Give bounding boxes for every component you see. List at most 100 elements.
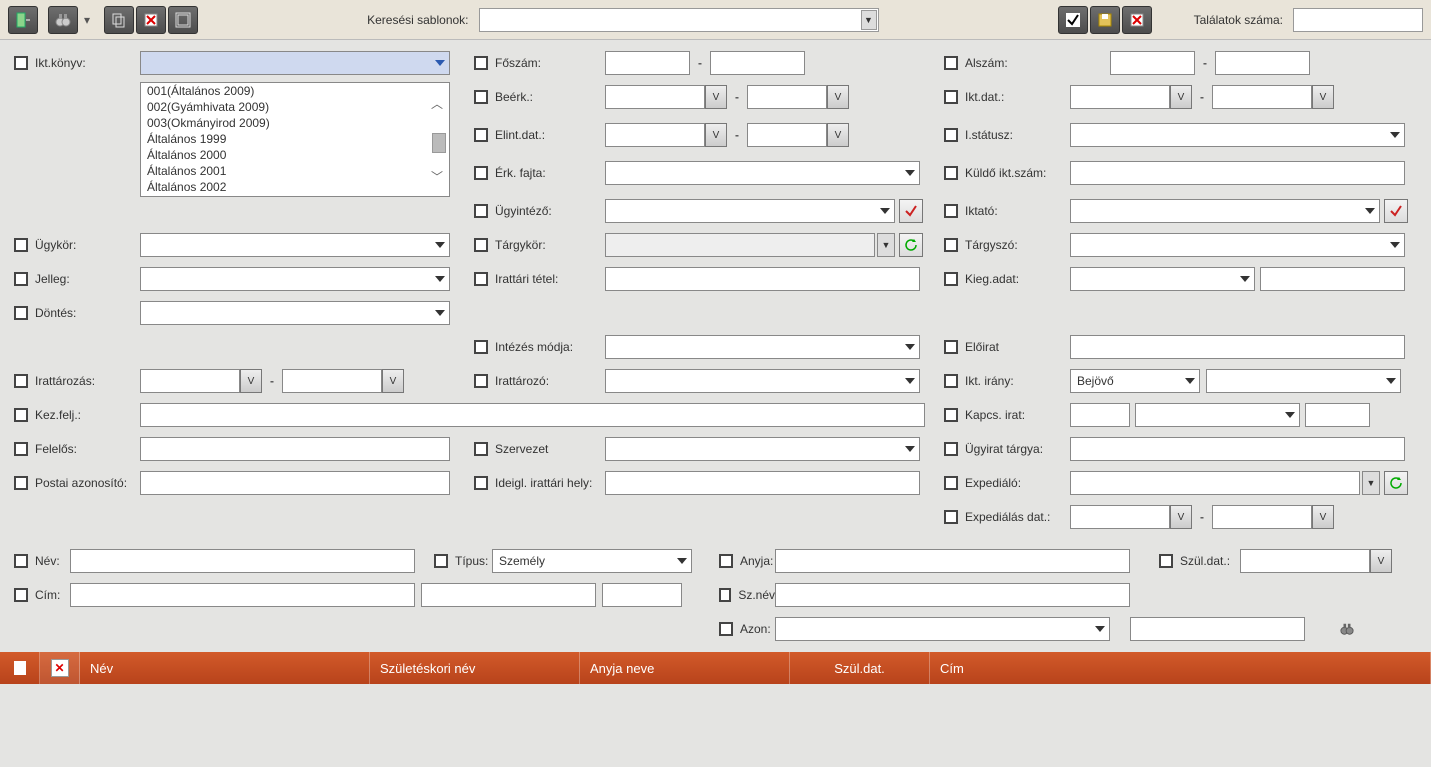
scroll-down-icon[interactable]: ﹀ <box>427 166 447 186</box>
date-picker-button[interactable]: V <box>1170 505 1192 529</box>
kiegadat-checkbox[interactable] <box>944 272 958 286</box>
expedialo-input[interactable] <box>1070 471 1360 495</box>
eloirat-input[interactable] <box>1070 335 1405 359</box>
apply-template-button[interactable] <box>1058 6 1088 34</box>
nev-input[interactable] <box>70 549 415 573</box>
irattarozo-select[interactable] <box>605 369 920 393</box>
erkfajta-checkbox[interactable] <box>474 166 488 180</box>
date-picker-button[interactable]: V <box>240 369 262 393</box>
ugyintezo-pick-button[interactable] <box>899 199 923 223</box>
dontes-select[interactable] <box>140 301 450 325</box>
date-picker-button[interactable]: V <box>1170 85 1192 109</box>
dontes-checkbox[interactable] <box>14 306 28 320</box>
list-item[interactable]: 001(Általános 2009) <box>141 83 449 99</box>
elintdat-from-input[interactable] <box>605 123 705 147</box>
iktdat-to-input[interactable] <box>1212 85 1312 109</box>
szervezet-checkbox[interactable] <box>474 442 488 456</box>
cim-input3[interactable] <box>602 583 682 607</box>
clear-button[interactable] <box>136 6 166 34</box>
date-picker-button[interactable]: V <box>705 123 727 147</box>
exit-button[interactable] <box>8 6 38 34</box>
targykor-checkbox[interactable] <box>474 238 488 252</box>
nev-checkbox[interactable] <box>14 554 28 568</box>
save-template-button[interactable] <box>1090 6 1120 34</box>
list-item[interactable]: Általános 2001 <box>141 163 449 179</box>
anyja-checkbox[interactable] <box>719 554 733 568</box>
sznev-input[interactable] <box>775 583 1130 607</box>
iktato-select[interactable] <box>1070 199 1380 223</box>
tipus-checkbox[interactable] <box>434 554 448 568</box>
ugyirattargya-input[interactable] <box>1070 437 1405 461</box>
ideiglhely-input[interactable] <box>605 471 920 495</box>
search-templates-combo[interactable] <box>479 8 879 32</box>
szuldat-input[interactable] <box>1240 549 1370 573</box>
foszam-to-input[interactable] <box>710 51 805 75</box>
intezesmodja-select[interactable] <box>605 335 920 359</box>
azon-search-button[interactable] <box>1335 617 1359 641</box>
header-nev[interactable]: Név <box>80 652 370 684</box>
foszam-checkbox[interactable] <box>474 56 488 70</box>
copy-button[interactable] <box>104 6 134 34</box>
targyszo-select[interactable] <box>1070 233 1405 257</box>
expdat-to-input[interactable] <box>1212 505 1312 529</box>
cim-input2[interactable] <box>421 583 596 607</box>
expedialo-dropdown-button[interactable]: ▼ <box>1362 471 1380 495</box>
expedialo-refresh-button[interactable] <box>1384 471 1408 495</box>
elintdat-checkbox[interactable] <box>474 128 488 142</box>
erkfajta-select[interactable] <box>605 161 920 185</box>
kiegadat-select[interactable] <box>1070 267 1255 291</box>
combo-dropdown-button[interactable]: ▼ <box>861 10 877 30</box>
ugyirattargya-checkbox[interactable] <box>944 442 958 456</box>
expdat-checkbox[interactable] <box>944 510 958 524</box>
felelos-checkbox[interactable] <box>14 442 28 456</box>
alszam-to-input[interactable] <box>1215 51 1310 75</box>
tipus-select[interactable]: Személy <box>492 549 692 573</box>
iktirany-select2[interactable] <box>1206 369 1401 393</box>
jelleg-checkbox[interactable] <box>14 272 28 286</box>
beerk-to-input[interactable] <box>747 85 827 109</box>
jelleg-select[interactable] <box>140 267 450 291</box>
irattarozas-to-input[interactable] <box>282 369 382 393</box>
elintdat-to-input[interactable] <box>747 123 827 147</box>
iktdat-from-input[interactable] <box>1070 85 1170 109</box>
alszam-from-input[interactable] <box>1110 51 1195 75</box>
kapcsirat-checkbox[interactable] <box>944 408 958 422</box>
ugyintezo-select[interactable] <box>605 199 895 223</box>
kapcsirat-input1[interactable] <box>1070 403 1130 427</box>
header-cim[interactable]: Cím <box>930 652 1431 684</box>
scroll-thumb[interactable] <box>432 133 446 153</box>
binoculars-button[interactable] <box>48 6 78 34</box>
ugykor-checkbox[interactable] <box>14 238 28 252</box>
beerk-from-input[interactable] <box>605 85 705 109</box>
iktkonyv-listbox[interactable]: 001(Általános 2009) 002(Gyámhivata 2009)… <box>140 82 450 197</box>
beerk-checkbox[interactable] <box>474 90 488 104</box>
targykor-refresh-button[interactable] <box>899 233 923 257</box>
kezfelj-checkbox[interactable] <box>14 408 28 422</box>
kapcsirat-select[interactable] <box>1135 403 1300 427</box>
scroll-up-icon[interactable]: ︿ <box>427 93 447 113</box>
date-picker-button[interactable]: V <box>1312 505 1334 529</box>
azon-select[interactable] <box>775 617 1110 641</box>
expdat-from-input[interactable] <box>1070 505 1170 529</box>
iktkonyv-select[interactable] <box>140 51 450 75</box>
date-picker-button[interactable]: V <box>382 369 404 393</box>
intezesmodja-checkbox[interactable] <box>474 340 488 354</box>
list-item[interactable]: 003(Okmányirod 2009) <box>141 115 449 131</box>
header-delete-cell[interactable]: ✕ <box>40 652 80 684</box>
szervezet-select[interactable] <box>605 437 920 461</box>
iktirany-checkbox[interactable] <box>944 374 958 388</box>
iktkonyv-checkbox[interactable] <box>14 56 28 70</box>
targyszo-checkbox[interactable] <box>944 238 958 252</box>
istatus-checkbox[interactable] <box>944 128 958 142</box>
kuldoikt-input[interactable] <box>1070 161 1405 185</box>
date-picker-button[interactable]: V <box>827 123 849 147</box>
toolbar-dropdown-arrow[interactable]: ▾ <box>80 6 94 34</box>
eloirat-checkbox[interactable] <box>944 340 958 354</box>
list-item[interactable]: Általános 2002 <box>141 179 449 195</box>
iktirany-select[interactable]: Bejövő <box>1070 369 1200 393</box>
foszam-from-input[interactable] <box>605 51 690 75</box>
expand-button[interactable] <box>168 6 198 34</box>
header-select-all[interactable] <box>0 652 40 684</box>
cim-input1[interactable] <box>70 583 415 607</box>
azon-checkbox[interactable] <box>719 622 733 636</box>
